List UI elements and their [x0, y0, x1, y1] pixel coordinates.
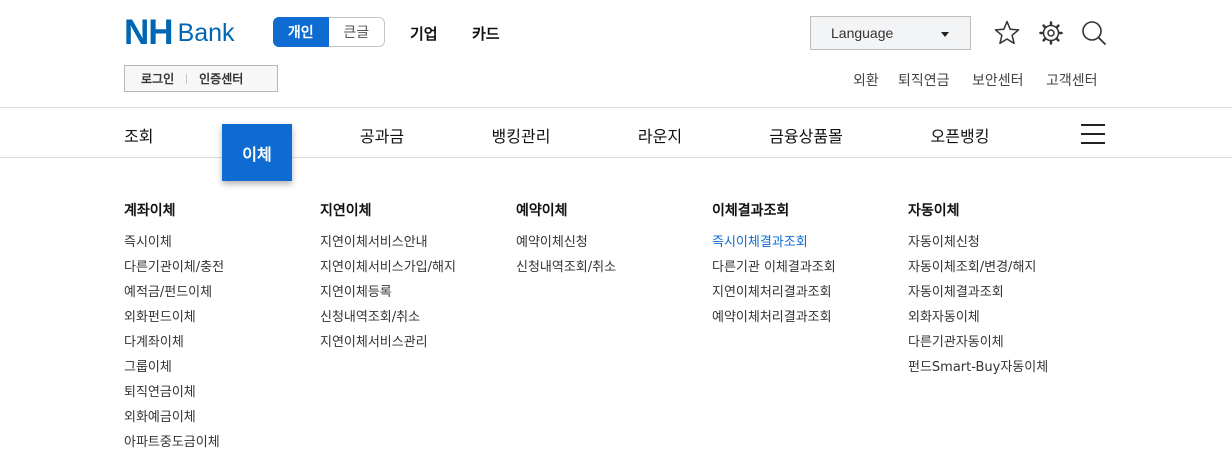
menu-column-transfer-results: 이체결과조회 즉시이체결과조회 다른기관 이체결과조회 지연이체처리결과조회 예… [712, 200, 836, 330]
caret-down-icon [941, 32, 949, 37]
util-link-security[interactable]: 보안센터 [972, 70, 1024, 90]
gnb-item-public-dues[interactable]: 공과금 [360, 123, 404, 147]
gnb-bottom-border [0, 157, 1232, 158]
gnb-item-finance-mall[interactable]: 금융상품몰 [769, 123, 843, 147]
gnb-item-inquiry[interactable]: 조회 [124, 123, 153, 147]
gnb-item-transfer[interactable]: 이체 [222, 124, 292, 181]
menu-link[interactable]: 그룹이체 [124, 355, 224, 380]
menu-link[interactable]: 즉시이체 [124, 230, 224, 255]
menu-link[interactable]: 예약이체신청 [516, 230, 616, 255]
menu-link[interactable]: 외화예금이체 [124, 405, 224, 430]
menu-column-scheduled-transfer: 예약이체 예약이체신청 신청내역조회/취소 [516, 200, 616, 280]
menu-link[interactable]: 펀드Smart-Buy자동이체 [908, 355, 1048, 380]
audience-toggle: 개인 큰글 [273, 17, 385, 47]
menu-link[interactable]: 퇴직연금이체 [124, 380, 224, 405]
personal-tab[interactable]: 개인 [273, 17, 329, 47]
star-icon[interactable] [993, 19, 1021, 47]
util-link-support[interactable]: 고객센터 [1046, 70, 1098, 90]
top-menu-card[interactable]: 카드 [472, 23, 500, 44]
menu-column-auto-transfer: 자동이체 자동이체신청 자동이체조회/변경/해지 자동이체결과조회 외화자동이체… [908, 200, 1048, 380]
gear-icon[interactable] [1037, 19, 1065, 47]
menu-link[interactable]: 다른기관자동이체 [908, 330, 1048, 355]
gnb-item-banking-mgmt[interactable]: 뱅킹관리 [492, 123, 551, 147]
util-link-pension[interactable]: 퇴직연금 [898, 70, 950, 90]
top-menu-corporate[interactable]: 기업 [410, 23, 438, 44]
search-icon[interactable] [1080, 19, 1108, 47]
menu-link[interactable]: 신청내역조회/취소 [516, 255, 616, 280]
gnb-item-lounge[interactable]: 라운지 [638, 123, 682, 147]
menu-link[interactable]: 자동이체신청 [908, 230, 1048, 255]
menu-link[interactable]: 신청내역조회/취소 [320, 305, 456, 330]
logo-bank: Bank [177, 19, 235, 47]
menu-column-title: 자동이체 [908, 203, 960, 219]
menu-link[interactable]: 자동이체결과조회 [908, 280, 1048, 305]
menu-link[interactable]: 다른기관 이체결과조회 [712, 255, 836, 280]
auth-box: 로그인 인증센터 [124, 65, 278, 92]
cert-center-link[interactable]: 인증센터 [199, 70, 243, 87]
logo-nh: NH [124, 13, 174, 52]
menu-link[interactable]: 외화자동이체 [908, 305, 1048, 330]
util-link-fx[interactable]: 외환 [853, 70, 879, 90]
menu-link[interactable]: 외화펀드이체 [124, 305, 224, 330]
menu-link[interactable]: 아파트중도금이체 [124, 430, 224, 455]
menu-column-title: 예약이체 [516, 203, 568, 219]
menu-column-account-transfer: 계좌이체 즉시이체 다른기관이체/충전 예적금/펀드이체 외화펀드이체 다계좌이… [124, 200, 224, 455]
language-select[interactable]: Language [810, 16, 971, 50]
menu-link[interactable]: 다계좌이체 [124, 330, 224, 355]
nh-bank-logo[interactable]: NH Bank [124, 13, 235, 52]
language-label: Language [831, 25, 894, 41]
menu-link[interactable]: 예약이체처리결과조회 [712, 305, 836, 330]
menu-column-title: 이체결과조회 [712, 203, 790, 219]
menu-link[interactable]: 지연이체서비스가입/해지 [320, 255, 456, 280]
large-text-tab[interactable]: 큰글 [328, 17, 385, 47]
menu-link[interactable]: 지연이체서비스안내 [320, 230, 456, 255]
menu-column-title: 지연이체 [320, 203, 372, 219]
menu-link[interactable]: 지연이체서비스관리 [320, 330, 456, 355]
login-link[interactable]: 로그인 [141, 70, 174, 87]
menu-link[interactable]: 다른기관이체/충전 [124, 255, 224, 280]
auth-divider [186, 73, 188, 84]
menu-column-delayed-transfer: 지연이체 지연이체서비스안내 지연이체서비스가입/해지 지연이체등록 신청내역조… [320, 200, 456, 355]
menu-column-title: 계좌이체 [124, 203, 176, 219]
gnb-item-open-banking[interactable]: 오픈뱅킹 [931, 123, 990, 147]
gnb-top-border [0, 107, 1232, 108]
menu-link[interactable]: 예적금/펀드이체 [124, 280, 224, 305]
menu-link[interactable]: 자동이체조회/변경/해지 [908, 255, 1048, 280]
menu-link[interactable]: 지연이체처리결과조회 [712, 280, 836, 305]
menu-link[interactable]: 지연이체등록 [320, 280, 456, 305]
menu-link-selected[interactable]: 즉시이체결과조회 [712, 230, 836, 255]
hamburger-menu-icon[interactable] [1081, 124, 1105, 144]
